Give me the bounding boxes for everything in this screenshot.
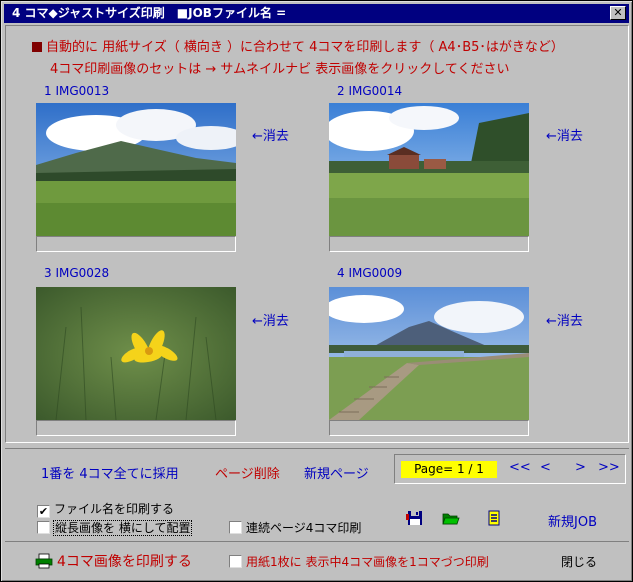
slot-1-delete-link[interactable]: ←消去 (252, 125, 289, 144)
window-close-button[interactable]: ✕ (610, 6, 626, 20)
app-window: 4 コマ◆ジャストサイズ印刷 ■JOBファイル名 = ✕ 自動的に 用紙サイズ（… (0, 0, 633, 582)
window-title: 4 コマ◆ジャストサイズ印刷 ■JOBファイル名 = (12, 6, 287, 20)
slot-2-delete-link[interactable]: ←消去 (546, 125, 583, 144)
first-page-button[interactable]: << (509, 460, 531, 475)
footer-row: 4コマ画像を印刷する 用紙1枚に 表示中4コマ画像を1コマづつ印刷 閉じる (5, 541, 629, 578)
slot-2-image (329, 103, 529, 236)
rotate-portrait-checkbox[interactable] (37, 521, 50, 534)
new-job-button[interactable]: 新規JOB (548, 511, 597, 530)
slot-3-caption-bar (36, 420, 236, 436)
slot-3-delete-link[interactable]: ←消去 (252, 310, 289, 329)
continuous-pages-option[interactable]: 連続ページ4コマ印刷 (229, 519, 361, 536)
slot-1-caption-bar (36, 236, 236, 252)
slot-2-thumbnail[interactable] (329, 103, 529, 236)
slot-3-image (36, 287, 236, 420)
title-bar: 4 コマ◆ジャストサイズ印刷 ■JOBファイル名 = ✕ (4, 4, 629, 23)
slot-4-delete-link[interactable]: ←消去 (546, 310, 583, 329)
image-slots-panel: 自動的に 用紙サイズ（ 横向き ）に合わせて 4コマを印刷します（ A4･B5･… (5, 25, 629, 443)
slot-1-image (36, 103, 236, 236)
page-navigation-row: 1番を 4コマ全てに採用 ページ削除 新規ページ Page= 1 / 1 << … (5, 448, 629, 490)
one-per-sheet-option[interactable]: 用紙1枚に 表示中4コマ画像を1コマづつ印刷 (229, 553, 489, 570)
close-button[interactable]: 閉じる (561, 553, 597, 570)
slot-4-caption-bar (329, 420, 529, 436)
slot-4-image (329, 287, 529, 420)
slot-4-thumbnail[interactable] (329, 287, 529, 420)
one-per-sheet-checkbox[interactable] (229, 555, 242, 568)
prev-page-button[interactable]: < (540, 460, 551, 475)
delete-page-button[interactable]: ページ削除 (215, 463, 280, 482)
slot-2-caption-bar (329, 236, 529, 252)
slot-3-thumbnail[interactable] (36, 287, 236, 420)
red-square-bullet-icon (32, 42, 42, 52)
floppy-disk-icon[interactable] (406, 510, 424, 526)
print-filename-option[interactable]: ✔ ファイル名を印刷する (37, 500, 174, 518)
continuous-pages-checkbox[interactable] (229, 521, 242, 534)
slot-1-thumbnail[interactable] (36, 103, 236, 236)
slot-3-label: 3 IMG0028 (44, 266, 110, 280)
slot-1-label: 1 IMG0013 (44, 84, 110, 98)
print-4-frames-button[interactable]: 4コマ画像を印刷する (35, 551, 192, 571)
page-control-box: Page= 1 / 1 << < > >> (394, 454, 626, 484)
rotate-portrait-option[interactable]: 縦長画像を 横にして配置 (37, 519, 193, 536)
next-page-button[interactable]: > (575, 460, 586, 475)
folder-open-icon[interactable] (442, 510, 460, 526)
new-page-button[interactable]: 新規ページ (304, 463, 369, 482)
printer-icon (35, 553, 53, 569)
adopt-first-for-all-button[interactable]: 1番を 4コマ全てに採用 (41, 463, 179, 482)
document-copy-icon[interactable] (485, 510, 503, 526)
instruction-line-2: 4コマ印刷画像のセットは → サムネイルナビ 表示画像をクリックしてください (50, 62, 510, 77)
page-indicator: Page= 1 / 1 (401, 461, 497, 478)
instruction-line-1: 自動的に 用紙サイズ（ 横向き ）に合わせて 4コマを印刷します（ A4･B5･… (32, 36, 564, 55)
slot-2-label: 2 IMG0014 (337, 84, 403, 98)
slot-4-label: 4 IMG0009 (337, 266, 403, 280)
print-filename-checkbox[interactable]: ✔ (37, 505, 50, 518)
last-page-button[interactable]: >> (598, 460, 620, 475)
